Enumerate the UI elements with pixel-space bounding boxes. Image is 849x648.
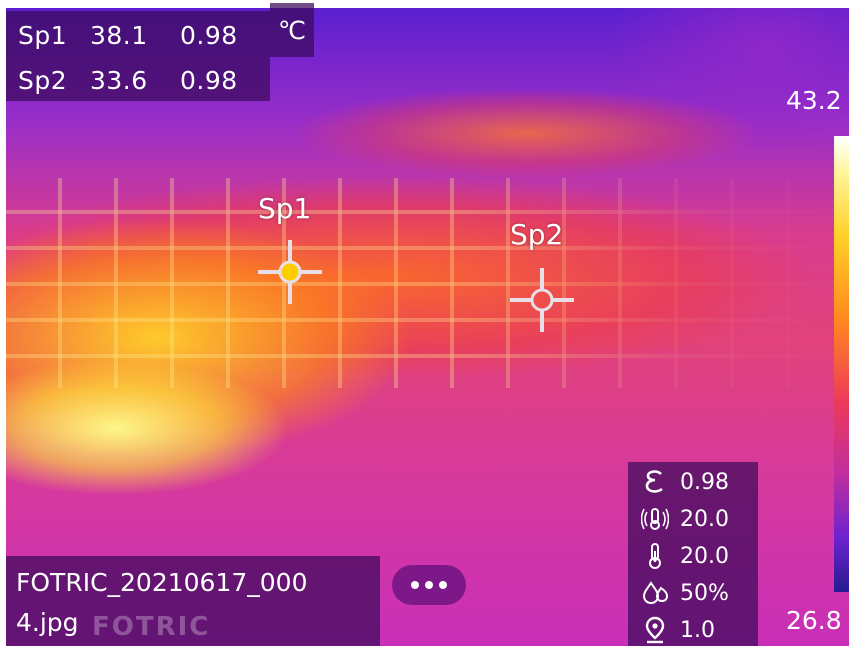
spot-temperature: 33.6	[90, 65, 148, 95]
spot-readout-row: Sp2 33.6 0.98	[6, 59, 270, 101]
crosshair-marker-sp1[interactable]	[258, 240, 322, 304]
param-humidity: 50%	[640, 575, 729, 611]
emissivity-icon	[640, 467, 670, 497]
spot-emissivity: 0.98	[180, 65, 238, 95]
spot-readout-panel: Sp1 38.1 0.98 Sp2 33.6 0.98	[6, 8, 270, 101]
dot-icon	[425, 581, 433, 589]
param-emissivity: 0.98	[640, 464, 729, 500]
temperature-unit[interactable]: ℃	[270, 3, 314, 57]
file-name-line2: 4.jpg	[16, 608, 79, 637]
spot-temperature: 38.1	[90, 20, 148, 50]
spot-readout-row: Sp1 38.1 0.98	[6, 11, 270, 59]
param-value: 0.98	[680, 469, 729, 495]
scale-max-label: 43.2	[786, 86, 842, 115]
color-scale-bar	[834, 136, 849, 592]
brand-watermark: FOTRIC	[92, 612, 211, 642]
param-reflected-temperature: 20.0	[640, 501, 729, 537]
spot-name: Sp1	[18, 20, 68, 50]
more-options-button[interactable]	[392, 565, 466, 605]
param-value: 20.0	[680, 543, 729, 569]
param-distance: 1.0	[640, 612, 715, 648]
humidity-icon	[640, 578, 670, 608]
crosshair-marker-sp2[interactable]	[510, 268, 574, 332]
param-value: 1.0	[680, 617, 715, 643]
measurement-parameters-panel[interactable]: 0.98 20.0 20.0 50% 1.0	[628, 462, 758, 646]
param-value: 20.0	[680, 506, 729, 532]
spot-name: Sp2	[18, 65, 68, 95]
spot-emissivity: 0.98	[180, 20, 238, 50]
marker-label-sp1: Sp1	[258, 192, 312, 225]
dot-icon	[411, 581, 419, 589]
dot-icon	[439, 581, 447, 589]
scale-min-label: 26.8	[786, 606, 842, 635]
param-value: 50%	[680, 580, 729, 606]
keyboard-heat-pattern	[6, 178, 849, 388]
marker-label-sp2: Sp2	[510, 218, 564, 251]
file-name-line1: FOTRIC_20210617_000	[16, 568, 308, 597]
reflected-temperature-icon	[640, 504, 670, 534]
param-ambient-temperature: 20.0	[640, 538, 729, 574]
thermometer-icon	[640, 541, 670, 571]
location-distance-icon	[640, 615, 670, 645]
